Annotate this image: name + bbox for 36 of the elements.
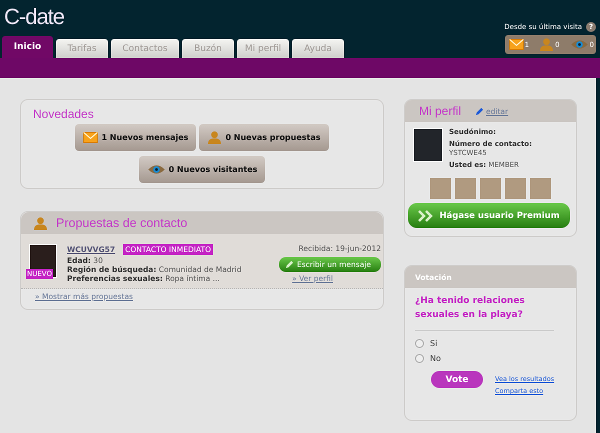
nav-tab[interactable]: Buzón — [182, 39, 234, 58]
option-label[interactable]: Si — [430, 339, 438, 348]
panel-title: Propuestas de contacto — [56, 216, 188, 230]
option-label[interactable]: No — [430, 354, 441, 363]
photo-placeholder — [430, 178, 451, 199]
pencil-icon — [284, 260, 294, 269]
eye-icon — [146, 164, 166, 175]
news-button[interactable]: 0 Nuevas propuestas — [199, 124, 329, 151]
envelope-icon — [83, 132, 98, 143]
nav-tab[interactable]: Ayuda — [292, 39, 344, 58]
person-icon — [207, 131, 222, 144]
nav-tab[interactable]: Mi perfil — [237, 39, 289, 58]
nav-tab[interactable]: Inicio — [2, 36, 53, 58]
news-button[interactable]: 0 Nuevos visitantes — [138, 156, 266, 183]
chevron-icon — [418, 210, 434, 222]
photo-placeholder — [505, 178, 526, 199]
photo-placeholder — [530, 178, 551, 199]
panel-title: Mi perfil — [419, 104, 462, 118]
vote-button[interactable]: Vote — [431, 371, 483, 388]
radio-button[interactable] — [415, 339, 424, 348]
nav-tab[interactable]: Tarifas — [56, 39, 108, 58]
eye-icon — [570, 39, 589, 50]
photo-placeholder — [455, 178, 476, 199]
poll-question: ¿Ha tenido relaciones sexuales en la playa? — [415, 294, 554, 331]
logo: C-date — [3, 3, 66, 31]
person-icon — [539, 38, 554, 51]
photo-placeholder — [413, 128, 443, 162]
person-icon — [33, 216, 48, 230]
news-button[interactable]: 1 Nuevos mensajes — [75, 124, 196, 151]
nav-tab[interactable]: Contactos — [111, 39, 179, 58]
pencil-icon — [475, 106, 484, 116]
premium-button[interactable]: Hágase usuario Premium — [408, 203, 570, 228]
radio-button[interactable] — [415, 354, 424, 363]
panel-title: Novedades — [33, 107, 95, 121]
photo-placeholder — [480, 178, 501, 199]
envelope-icon — [508, 39, 524, 50]
